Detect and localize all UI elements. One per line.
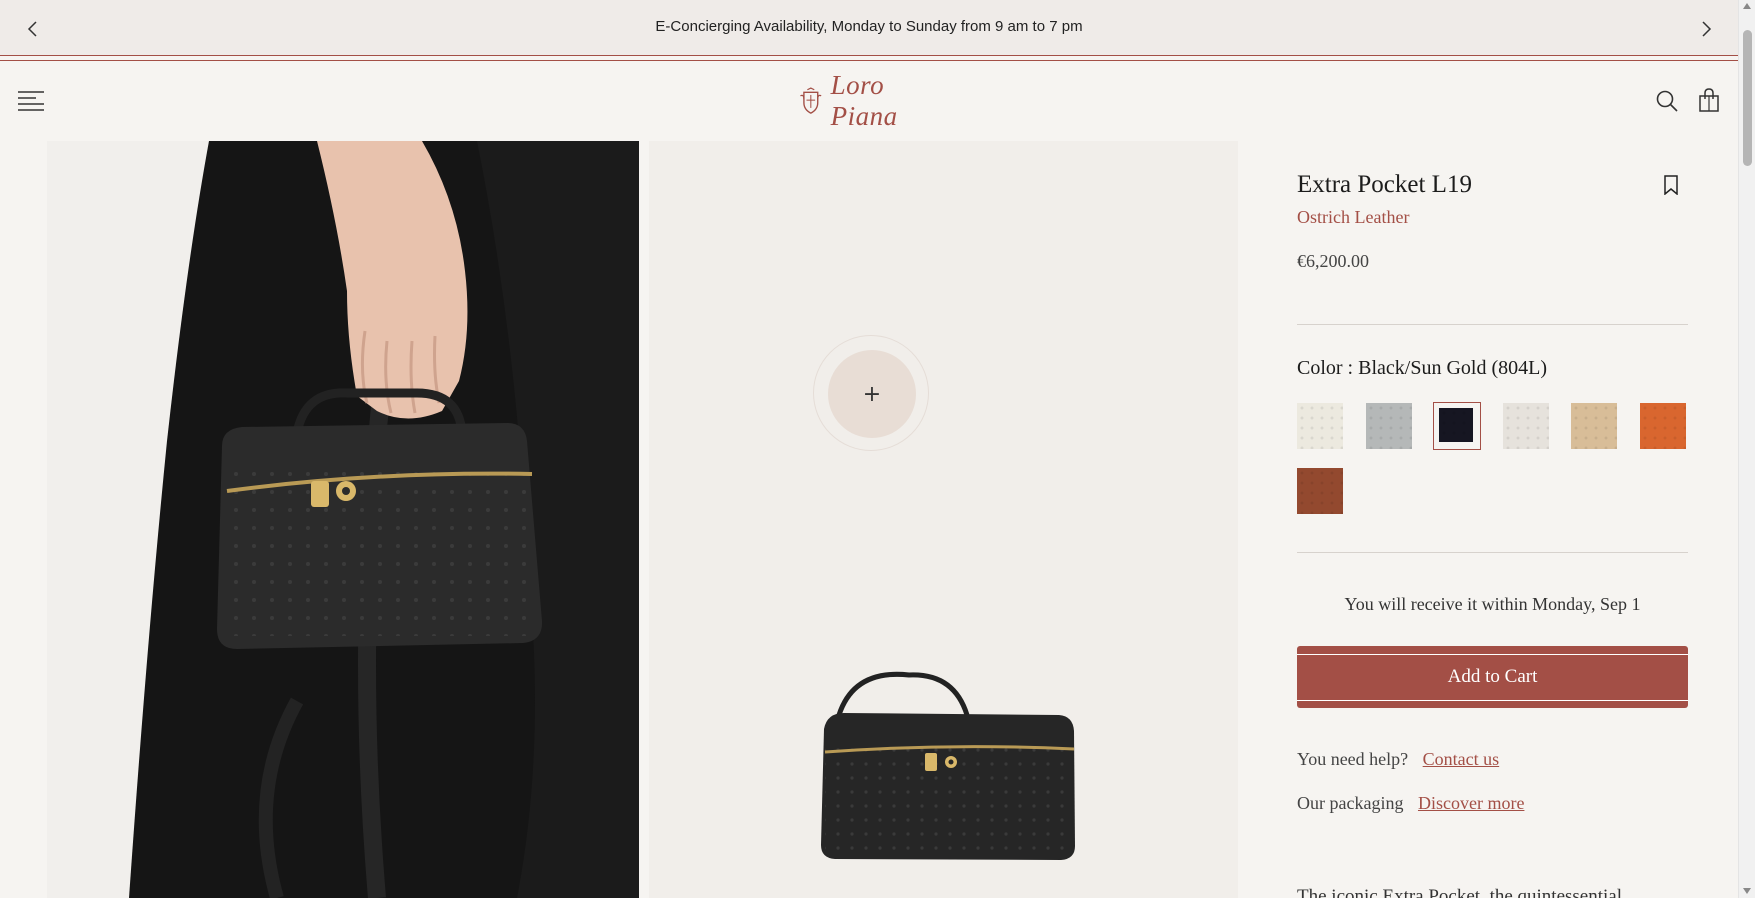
swatch-color-fill bbox=[1439, 408, 1473, 442]
divider bbox=[1297, 324, 1688, 325]
divider bbox=[1297, 552, 1688, 553]
product-material: Ostrich Leather bbox=[1297, 207, 1410, 227]
logo-text: Loro Piana bbox=[830, 70, 898, 131]
color-swatch[interactable] bbox=[1366, 403, 1412, 449]
help-label: You need help? bbox=[1297, 749, 1409, 769]
scroll-down-arrow-icon[interactable] bbox=[1743, 888, 1751, 894]
color-swatch[interactable] bbox=[1433, 402, 1481, 450]
delivery-estimate: You will receive it within Monday, Sep 1 bbox=[1344, 594, 1641, 614]
announcement-text: E-Concierging Availability, Monday to Su… bbox=[655, 18, 1083, 35]
contact-us-link[interactable]: Contact us bbox=[1423, 749, 1500, 769]
swatch-color-fill bbox=[1297, 468, 1343, 514]
crest-icon bbox=[800, 87, 822, 114]
swatch-color-fill bbox=[1503, 403, 1549, 449]
chevron-right-icon[interactable] bbox=[1697, 20, 1715, 38]
scroll-thumb[interactable] bbox=[1743, 30, 1752, 166]
model-holding-bag-image bbox=[47, 141, 639, 898]
product-price: €6,200.00 bbox=[1297, 251, 1369, 271]
page-scrollbar[interactable] bbox=[1738, 0, 1755, 898]
swatch-color-fill bbox=[1366, 403, 1412, 449]
add-to-cart-button[interactable]: Add to Cart bbox=[1297, 646, 1688, 708]
color-swatch[interactable] bbox=[1640, 403, 1686, 449]
bookmark-icon[interactable] bbox=[1663, 175, 1679, 195]
announcement-bar: E-Concierging Availability, Monday to Su… bbox=[0, 0, 1738, 61]
product-image-packshot[interactable]: + bbox=[649, 141, 1238, 898]
color-label: Color : Black/Sun Gold (804L) bbox=[1297, 357, 1547, 379]
zoom-button[interactable]: + bbox=[813, 335, 929, 451]
help-row: You need help? Contact us bbox=[1297, 749, 1499, 770]
plus-icon: + bbox=[828, 350, 916, 438]
packaging-row: Our packaging Discover more bbox=[1297, 793, 1524, 814]
product-details-panel: Extra Pocket L19 Ostrich Leather €6,200.… bbox=[1297, 141, 1689, 898]
product-description: The iconic Extra Pocket, the quintessent… bbox=[1297, 886, 1623, 898]
color-swatch[interactable] bbox=[1297, 468, 1343, 514]
scroll-up-arrow-icon[interactable] bbox=[1743, 3, 1751, 9]
product-title: Extra Pocket L19 bbox=[1297, 171, 1472, 198]
brand-logo[interactable]: Loro Piana bbox=[797, 70, 941, 131]
color-swatch[interactable] bbox=[1297, 403, 1343, 449]
discover-more-link[interactable]: Discover more bbox=[1418, 793, 1524, 813]
swatch-color-fill bbox=[1571, 403, 1617, 449]
shopping-bag-icon[interactable] bbox=[1698, 88, 1720, 112]
swatch-color-fill bbox=[1640, 403, 1686, 449]
color-swatch[interactable] bbox=[1503, 403, 1549, 449]
search-icon[interactable] bbox=[1656, 90, 1678, 112]
bag-packshot-image bbox=[649, 141, 1238, 898]
product-image-worn[interactable] bbox=[47, 141, 639, 898]
site-header: Loro Piana bbox=[0, 62, 1738, 140]
hamburger-menu-icon[interactable] bbox=[18, 90, 44, 112]
packaging-label: Our packaging bbox=[1297, 793, 1404, 813]
color-swatch[interactable] bbox=[1571, 403, 1617, 449]
swatch-color-fill bbox=[1297, 403, 1343, 449]
